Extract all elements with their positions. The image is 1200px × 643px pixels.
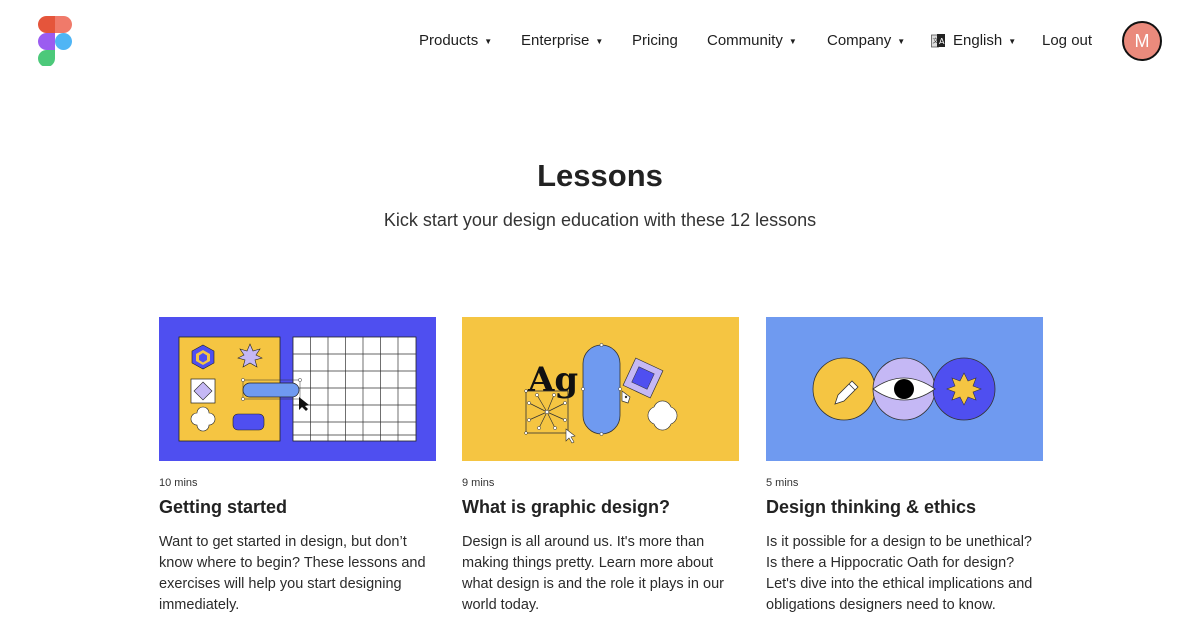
caret-down-icon: ▼ — [788, 37, 797, 46]
grid-canvas-icon — [292, 336, 417, 442]
lesson-card-getting-started[interactable]: 10 mins Getting started Want to get star… — [159, 317, 436, 616]
nav-community[interactable]: Community ▼ — [707, 30, 797, 52]
lesson-card-design-ethics[interactable]: 5 mins Design thinking & ethics Is it po… — [766, 317, 1043, 616]
lesson-title[interactable]: Getting started — [159, 497, 436, 518]
nav-company-label: Company — [827, 32, 892, 49]
svg-text:文: 文 — [933, 37, 939, 45]
nav-pricing[interactable]: Pricing — [632, 30, 678, 52]
language-selector[interactable]: A 文 English ▼ — [931, 30, 1016, 52]
nav-company[interactable]: Company ▼ — [827, 30, 905, 52]
nav-enterprise[interactable]: Enterprise ▼ — [521, 30, 603, 52]
main-nav: Products ▼ Enterprise ▼ Pricing Communit… — [0, 30, 1200, 54]
page-subtitle: Kick start your design education with th… — [383, 210, 817, 230]
lesson-card-graphic-design[interactable]: Ag 9 mins What is graphic design? Design… — [462, 317, 739, 616]
translate-icon: A 文 — [931, 34, 945, 48]
nav-community-label: Community — [707, 32, 783, 49]
lesson-duration: 9 mins — [462, 477, 495, 489]
lesson-description: Design is all around us. It's more than … — [462, 534, 724, 613]
caret-down-icon: ▼ — [595, 37, 604, 46]
nav-pricing-label: Pricing — [632, 32, 678, 49]
lesson-duration: 5 mins — [766, 477, 799, 489]
svg-text:A: A — [939, 37, 945, 46]
lesson-thumbnail-ethics[interactable] — [766, 317, 1043, 461]
caret-down-icon: ▼ — [1008, 37, 1017, 46]
page-title: Lessons — [537, 158, 663, 193]
caret-down-icon: ▼ — [897, 37, 906, 46]
logout-link[interactable]: Log out — [1042, 30, 1092, 52]
star-icon — [946, 372, 982, 406]
lesson-title[interactable]: Design thinking & ethics — [766, 497, 1043, 518]
nav-products-label: Products — [419, 32, 479, 49]
logout-label: Log out — [1042, 32, 1093, 49]
pill-shape-icon — [582, 344, 621, 435]
lesson-thumbnail-typography[interactable]: Ag — [462, 317, 739, 461]
user-avatar[interactable]: M — [1122, 21, 1162, 61]
nav-products[interactable]: Products ▼ — [419, 30, 492, 52]
language-label: English — [953, 32, 1003, 49]
caret-down-icon: ▼ — [484, 37, 493, 46]
lesson-description: Want to get started in design, but don’t… — [159, 534, 426, 613]
lesson-title[interactable]: What is graphic design? — [462, 497, 739, 518]
avatar-initial: M — [1134, 30, 1150, 51]
lesson-description: Is it possible for a design to be unethi… — [766, 534, 1033, 613]
lesson-duration: 10 mins — [159, 477, 198, 489]
nav-enterprise-label: Enterprise — [521, 32, 590, 49]
lesson-thumbnail-shapes[interactable] — [159, 317, 436, 461]
